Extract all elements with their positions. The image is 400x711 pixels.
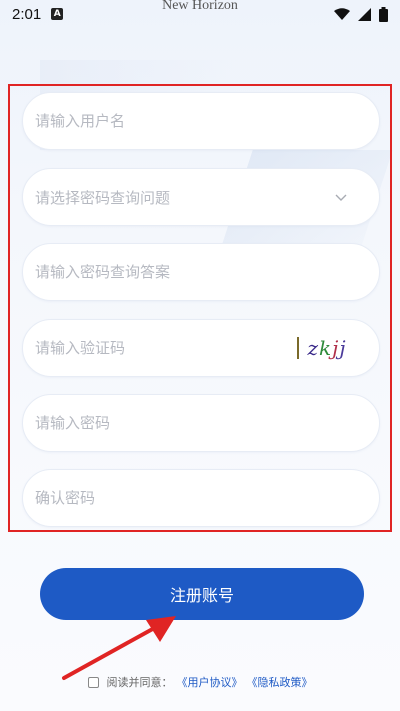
captcha-char: j [339,336,347,360]
security-answer-field[interactable] [22,243,380,301]
security-question-select[interactable]: 请选择密码查询问题 [22,168,380,226]
captcha-noise-line [297,337,299,359]
form-highlight-box [8,84,392,532]
password-field[interactable] [22,394,380,452]
confirm-password-input[interactable] [35,489,367,507]
captcha-input[interactable] [35,339,291,357]
captcha-image[interactable]: zkjj [291,331,363,365]
user-agreement-link[interactable]: 《用户协议》 [177,674,243,690]
chevron-down-icon[interactable] [333,189,349,205]
password-input[interactable] [35,414,367,432]
username-field[interactable] [22,92,380,150]
agreement-row: 阅读并同意： 《用户协议》 《隐私政策》 [0,672,400,692]
agree-checkbox[interactable] [87,676,99,688]
security-question-placeholder: 请选择密码查询问题 [35,188,171,207]
privacy-policy-link[interactable]: 《隐私政策》 [247,674,313,690]
captcha-char: z [307,336,319,360]
confirm-password-field[interactable] [22,469,380,527]
captcha-text: zkjj [307,336,346,360]
captcha-field[interactable]: zkjj [22,319,380,377]
security-answer-input[interactable] [35,263,367,281]
agreement-prefix: 阅读并同意： [106,676,173,689]
username-input[interactable] [35,112,367,130]
captcha-char: k [319,336,333,360]
app-title: New Horizon [162,0,238,13]
